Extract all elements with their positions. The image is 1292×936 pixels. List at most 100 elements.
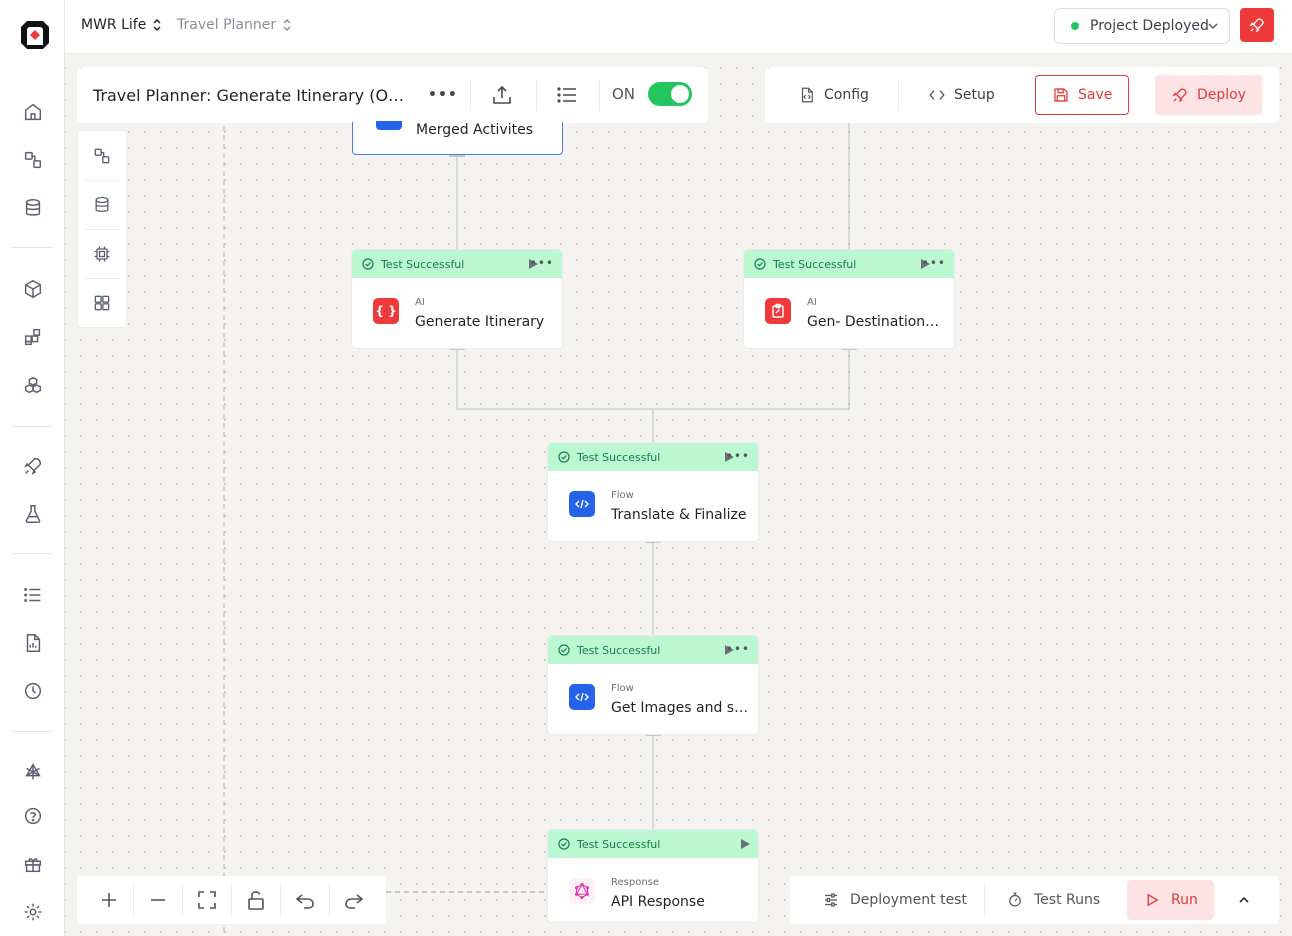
code-brackets-icon <box>929 90 945 100</box>
components-icon[interactable] <box>22 326 44 348</box>
config-file-icon <box>801 87 813 103</box>
ai-clipboard-icon <box>765 298 791 324</box>
toolbar-divider <box>599 79 600 111</box>
deployment-test-label: Deployment test <box>850 892 967 908</box>
fit-view-icon[interactable] <box>195 888 219 912</box>
integrations-icon[interactable] <box>22 374 44 396</box>
export-upload-icon[interactable] <box>490 83 514 107</box>
deploy-rocket-icon[interactable] <box>22 455 44 477</box>
controls-divider <box>133 884 134 916</box>
node-status-header: Test Successful ••• <box>548 636 758 664</box>
switch-project-icon <box>283 18 291 32</box>
node-name: Get Images and set… <box>611 700 751 716</box>
node-merged-activities[interactable]: Merged Activites <box>352 121 563 155</box>
left-rail <box>0 0 65 936</box>
database-icon[interactable] <box>92 195 112 215</box>
deployment-status-dropdown[interactable]: Project Deployed <box>1054 8 1230 44</box>
gift-icon[interactable] <box>22 853 44 875</box>
graphql-response-icon <box>569 878 595 904</box>
unlock-icon[interactable] <box>244 888 268 912</box>
code-flow-icon <box>569 684 595 710</box>
save-button[interactable]: Save <box>1035 75 1130 115</box>
flows-icon[interactable] <box>92 146 112 166</box>
chevron-up-icon[interactable] <box>1237 893 1251 907</box>
node-get-images[interactable]: Test Successful ••• Flow Get Images and … <box>548 636 758 734</box>
more-options-icon[interactable]: ••• <box>726 450 750 462</box>
toggle-label: ON <box>612 85 636 103</box>
deployment-status-label: Project Deployed <box>1090 18 1209 34</box>
grid-apps-icon[interactable] <box>92 293 112 313</box>
config-button[interactable]: Config <box>798 75 869 115</box>
palette-divider <box>86 229 120 230</box>
node-status: Test Successful <box>773 257 857 271</box>
settings-gear-icon[interactable] <box>22 901 44 923</box>
more-options-icon[interactable]: ••• <box>428 88 457 117</box>
deployment-test-button[interactable]: Deployment test <box>822 880 967 920</box>
quick-deploy-button[interactable] <box>1240 8 1274 42</box>
status-dot <box>1071 22 1079 30</box>
play-outline-icon <box>1147 893 1159 907</box>
check-circle-icon <box>362 258 374 270</box>
flows-icon[interactable] <box>22 149 44 171</box>
cube-icon[interactable] <box>22 278 44 300</box>
setup-button[interactable]: Setup <box>928 75 995 115</box>
graph-icon[interactable] <box>22 761 44 783</box>
controls-divider <box>231 884 232 916</box>
run-button[interactable]: Run <box>1127 880 1214 920</box>
rail-divider <box>12 731 52 732</box>
app-logo-icon[interactable] <box>18 18 52 52</box>
run-panel: Deployment test Test Runs Run <box>790 876 1279 924</box>
database-icon[interactable] <box>22 197 44 219</box>
node-status-header: Test Successful ••• <box>548 443 758 471</box>
node-api-response[interactable]: Test Successful Response API Response <box>548 830 758 922</box>
flow-canvas[interactable]: Travel Planner: Generate Itinerary (Opti… <box>65 54 1292 936</box>
save-label: Save <box>1078 87 1113 103</box>
cpu-chip-icon[interactable] <box>92 244 112 264</box>
node-name: Translate & Finalize <box>611 507 747 523</box>
rail-divider <box>12 247 52 248</box>
node-status-header: Test Successful ••• <box>744 250 954 278</box>
controls-divider <box>280 884 281 916</box>
node-status-header: Test Successful <box>548 830 758 858</box>
config-label: Config <box>824 87 869 103</box>
node-gen-destination[interactable]: Test Successful ••• AI Gen- Destination… <box>744 250 954 348</box>
node-status: Test Successful <box>577 450 661 464</box>
zoom-out-minus-icon[interactable] <box>146 888 170 912</box>
node-generate-itinerary[interactable]: Test Successful ••• { } AI Generate Itin… <box>352 250 562 348</box>
redo-icon[interactable] <box>342 888 366 912</box>
canvas-controls <box>77 876 386 924</box>
controls-divider <box>182 884 183 916</box>
node-translate-finalize[interactable]: Test Successful ••• Flow Translate & Fin… <box>548 443 758 541</box>
test-runs-button[interactable]: Test Runs <box>1006 880 1100 920</box>
toolbar-divider <box>470 79 471 111</box>
node-status: Test Successful <box>381 257 465 271</box>
node-type: Flow <box>611 683 634 694</box>
node-type: Response <box>611 877 660 888</box>
help-icon[interactable] <box>22 805 44 827</box>
sliders-icon <box>825 893 837 907</box>
project-name: Travel Planner <box>177 17 277 33</box>
project-switcher[interactable]: Travel Planner <box>177 17 292 33</box>
more-options-icon[interactable]: ••• <box>922 257 946 269</box>
undo-icon[interactable] <box>293 888 317 912</box>
zoom-in-plus-icon[interactable] <box>97 888 121 912</box>
list-icon[interactable] <box>22 584 44 606</box>
more-options-icon[interactable]: ••• <box>530 257 554 269</box>
history-clock-icon[interactable] <box>22 680 44 702</box>
node-palette <box>77 130 127 328</box>
flow-title[interactable]: Travel Planner: Generate Itinerary (Opti… <box>93 86 413 105</box>
home-icon[interactable] <box>22 101 44 123</box>
node-status: Test Successful <box>577 643 661 657</box>
deploy-button[interactable]: Deploy <box>1155 75 1263 115</box>
flask-icon[interactable] <box>22 503 44 525</box>
logs-list-icon[interactable] <box>555 83 579 107</box>
node-name: Generate Itinerary <box>415 314 545 330</box>
workspace-switcher[interactable]: MWR Life <box>81 17 162 33</box>
report-icon[interactable] <box>22 632 44 654</box>
play-icon[interactable] <box>740 839 750 849</box>
more-options-icon[interactable]: ••• <box>726 643 750 655</box>
palette-divider <box>86 278 120 279</box>
node-type: AI <box>807 297 817 308</box>
rocket-icon <box>1249 18 1264 33</box>
flow-enabled-toggle[interactable] <box>648 82 692 106</box>
